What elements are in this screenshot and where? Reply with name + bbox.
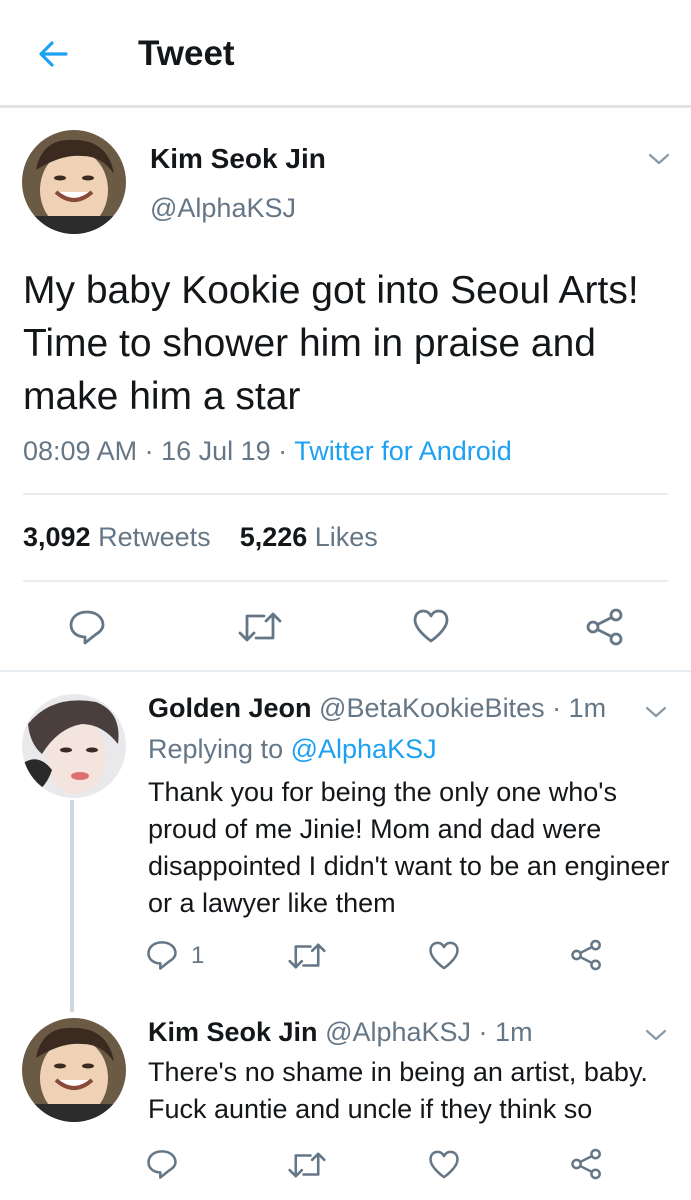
likes-label[interactable]: Likes xyxy=(315,522,378,552)
retweet-icon[interactable] xyxy=(238,610,282,644)
reply-icon[interactable] xyxy=(146,939,178,971)
reply-header: Kim Seok Jin @AlphaKSJ · 1m xyxy=(148,1017,533,1048)
reply-header: Golden Jeon @BetaKookieBites · 1m xyxy=(148,693,606,724)
replying-to: Replying to @AlphaKSJ xyxy=(148,734,437,765)
chevron-down-icon[interactable] xyxy=(648,152,670,166)
meta-separator: · xyxy=(270,436,295,466)
reply-author-handle-time[interactable]: @BetaKookieBites · 1m xyxy=(319,693,606,723)
share-icon[interactable] xyxy=(570,939,603,971)
reply-author-name[interactable]: Kim Seok Jin xyxy=(148,1017,318,1047)
chevron-down-icon[interactable] xyxy=(645,705,667,719)
chevron-down-icon[interactable] xyxy=(645,1028,667,1042)
reply-count: 1 xyxy=(191,942,205,969)
page-title: Tweet xyxy=(138,34,235,73)
share-icon[interactable] xyxy=(585,608,625,646)
replying-to-label: Replying to xyxy=(148,734,284,764)
tweet-stats: 3,092 Retweets 5,226 Likes xyxy=(23,522,378,553)
tweet-actions xyxy=(0,604,691,648)
retweet-icon[interactable] xyxy=(288,1150,326,1180)
tweet-source-link[interactable]: Twitter for Android xyxy=(294,436,512,466)
reply-text: There's no shame in being an artist, bab… xyxy=(148,1057,648,1124)
retweet-icon[interactable] xyxy=(288,941,326,971)
thread-line xyxy=(70,800,74,1012)
tweet-time: 08:09 AM xyxy=(23,436,138,466)
top-bar: Tweet xyxy=(0,0,691,108)
reply-icon[interactable] xyxy=(146,1148,178,1180)
avatar[interactable] xyxy=(22,694,126,798)
replying-to-handle[interactable]: @AlphaKSJ xyxy=(291,734,437,764)
tweet-date: 16 Jul 19 xyxy=(161,436,271,466)
share-icon[interactable] xyxy=(570,1148,603,1180)
like-icon[interactable] xyxy=(412,608,450,644)
tweet-meta: 08:09 AM · 16 Jul 19 · Twitter for Andro… xyxy=(23,436,512,467)
back-arrow-icon[interactable] xyxy=(36,36,72,72)
reply-author-name[interactable]: Golden Jeon xyxy=(148,693,312,723)
reply-icon[interactable] xyxy=(68,608,106,646)
divider xyxy=(23,493,668,495)
like-icon[interactable] xyxy=(428,1149,460,1180)
reply-author-handle-time[interactable]: @AlphaKSJ · 1m xyxy=(325,1017,532,1047)
divider xyxy=(23,580,668,582)
tweet-text: My baby Kookie got into Seoul Arts! Time… xyxy=(23,269,639,418)
avatar[interactable] xyxy=(22,1018,126,1122)
meta-separator: · xyxy=(137,436,162,466)
author-handle[interactable]: @AlphaKSJ xyxy=(150,193,296,224)
retweets-count[interactable]: 3,092 xyxy=(23,522,91,552)
reply-text: Thank you for being the only one who's p… xyxy=(148,777,670,918)
avatar[interactable] xyxy=(22,130,126,234)
retweets-label[interactable]: Retweets xyxy=(98,522,211,552)
divider xyxy=(0,670,691,672)
author-name[interactable]: Kim Seok Jin xyxy=(150,143,326,175)
like-icon[interactable] xyxy=(428,940,460,971)
likes-count[interactable]: 5,226 xyxy=(240,522,308,552)
